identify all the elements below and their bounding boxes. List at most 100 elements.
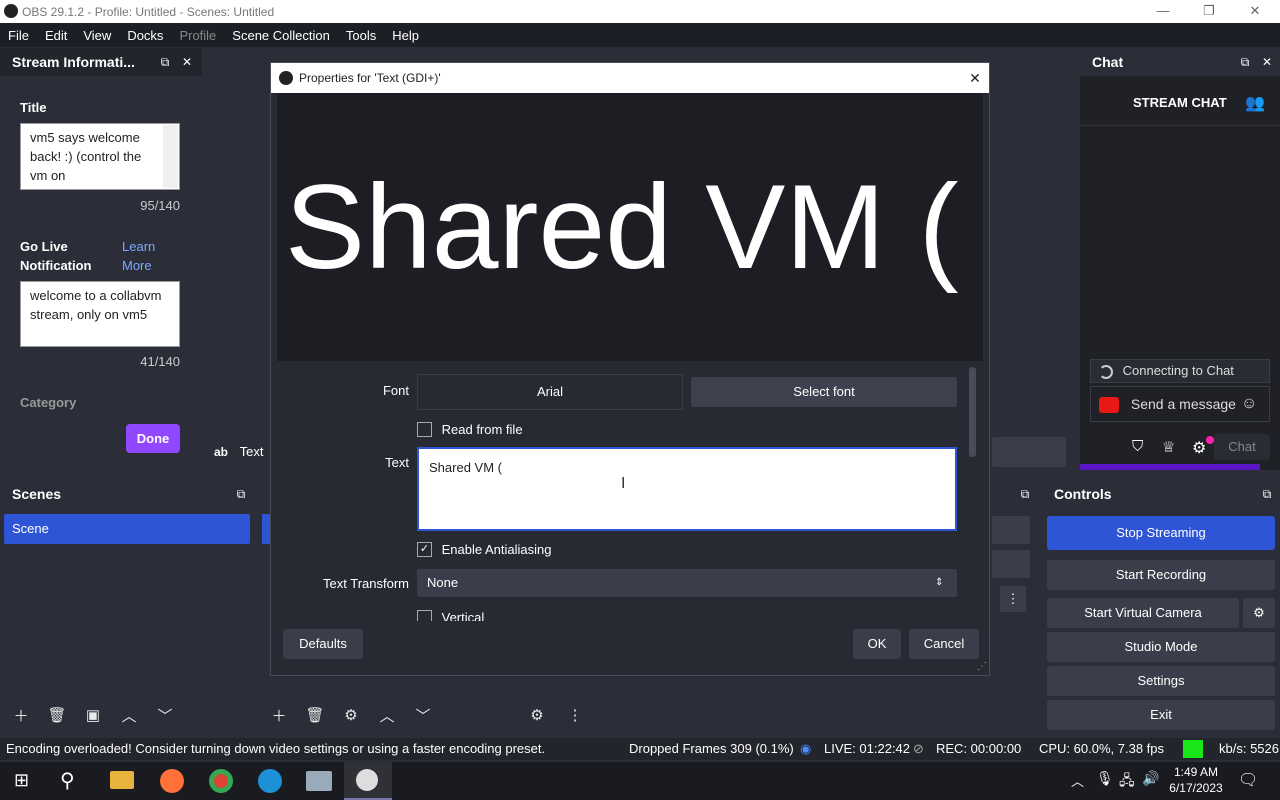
font-label: Font: [382, 383, 409, 398]
obs-taskbar-icon: [356, 769, 378, 791]
scene-item[interactable]: Scene: [4, 514, 250, 544]
title-scrollbar[interactable]: [163, 125, 178, 188]
source-item[interactable]: [262, 514, 270, 544]
move-up-icon[interactable]: ︿: [116, 702, 142, 728]
gear-icon[interactable]: ⚙: [1192, 438, 1206, 458]
defaults-button[interactable]: Defaults: [283, 629, 363, 659]
start-recording-button[interactable]: Start Recording: [1047, 560, 1275, 590]
network-icon[interactable]: 🖧: [1119, 770, 1135, 794]
menu-scene-collection[interactable]: Scene Collection: [224, 28, 338, 43]
select-font-button[interactable]: Select font: [691, 377, 957, 407]
firefox-icon[interactable]: [160, 769, 184, 793]
trophy-icon[interactable]: ♕: [1162, 438, 1175, 456]
search-icon[interactable]: ⚲: [60, 768, 75, 793]
text-transform-value: None: [427, 575, 459, 590]
menu-edit[interactable]: Edit: [37, 28, 75, 43]
menu-tools[interactable]: Tools: [338, 28, 384, 43]
minimize-button[interactable]: —: [1140, 0, 1186, 23]
file-explorer-icon[interactable]: [110, 771, 134, 789]
app-window-icon[interactable]: [306, 771, 332, 791]
scenes-dock: Scenes ⧉ Scene ＋ 🗑 ▣ ︿ ﹀: [0, 480, 256, 734]
source-down-icon[interactable]: ﹀: [410, 702, 436, 728]
exit-button[interactable]: Exit: [1047, 700, 1275, 730]
dialog-close-button[interactable]: ✕: [965, 63, 985, 93]
settings-button[interactable]: Settings: [1047, 666, 1275, 696]
undock-scenes-icon[interactable]: ⧉: [232, 480, 250, 508]
ok-button[interactable]: OK: [853, 629, 901, 659]
emote-icon[interactable]: ☺: [1241, 387, 1257, 421]
obs-taskbar-button[interactable]: [344, 762, 392, 800]
menu-file[interactable]: File: [0, 28, 37, 43]
remove-source-icon[interactable]: 🗑: [302, 702, 328, 728]
menu-view[interactable]: View: [75, 28, 119, 43]
menu-docks[interactable]: Docks: [119, 28, 171, 43]
spinner-icon: [1099, 364, 1113, 379]
chrome-icon[interactable]: [209, 769, 233, 793]
title-input[interactable]: vm5 says welcome back! :) (control the v…: [20, 123, 180, 190]
send-message-placeholder: Send a message: [1130, 396, 1236, 412]
start-virtual-camera-button[interactable]: Start Virtual Camera: [1047, 598, 1239, 628]
volume-icon[interactable]: 🔊: [1142, 770, 1159, 787]
vertical-row[interactable]: Vertical: [417, 609, 484, 621]
updown-icon: ⇕: [935, 577, 944, 588]
encoding-warning: Encoding overloaded! Consider turning do…: [6, 741, 546, 756]
text-transform-select[interactable]: None ⇕: [417, 569, 957, 597]
windows-start-icon[interactable]: ⊞: [14, 770, 29, 791]
mixer-menu-icon[interactable]: ⋮: [562, 702, 588, 728]
add-source-icon[interactable]: ＋: [266, 702, 292, 728]
antialiasing-row[interactable]: ✓ Enable Antialiasing: [417, 541, 551, 558]
menu-help[interactable]: Help: [384, 28, 427, 43]
close-dock-icon[interactable]: ✕: [178, 48, 196, 76]
learn-more-link[interactable]: Learn More: [122, 237, 172, 275]
read-from-file-row[interactable]: Read from file: [417, 421, 523, 438]
category-label: Category: [20, 395, 77, 410]
transition-menu-icon[interactable]: ⋮: [1000, 586, 1026, 612]
edge-icon[interactable]: [258, 769, 282, 793]
resize-grip-icon[interactable]: ⋰: [977, 661, 987, 672]
form-scrollbar[interactable]: [969, 367, 976, 457]
menu-profile[interactable]: Profile: [171, 28, 224, 43]
antialiasing-checkbox[interactable]: ✓: [417, 542, 432, 558]
maximize-button[interactable]: ❐: [1186, 0, 1232, 23]
clock-date[interactable]: 6/17/2023: [1160, 780, 1232, 796]
undock-chat-icon[interactable]: ⧉: [1236, 48, 1254, 76]
microphone-icon[interactable]: 🎙: [1096, 770, 1114, 787]
transition-select[interactable]: [992, 516, 1030, 544]
send-message-input[interactable]: Send a message ☺: [1090, 386, 1270, 422]
clock-time[interactable]: 1:49 AM: [1160, 764, 1232, 780]
virtual-camera-settings-icon[interactable]: ⚙: [1243, 598, 1275, 628]
done-button[interactable]: Done: [126, 424, 180, 453]
cancel-button[interactable]: Cancel: [909, 629, 979, 659]
controls-title: Controls: [1054, 486, 1112, 502]
shield-icon[interactable]: ⛉: [1132, 438, 1143, 455]
notification-input[interactable]: welcome to a collabvm stream, only on vm…: [20, 281, 180, 347]
filters-icon[interactable]: ▣: [80, 702, 106, 728]
notifications-icon[interactable]: 🗨: [1238, 770, 1258, 790]
stop-streaming-button[interactable]: Stop Streaming: [1047, 516, 1275, 550]
duration-spinbox[interactable]: [992, 550, 1030, 578]
source-up-icon[interactable]: ︿: [374, 702, 400, 728]
text-transform-label: Text Transform: [323, 576, 409, 591]
undock-controls-icon[interactable]: ⧉: [1258, 480, 1276, 508]
text-input[interactable]: Shared VM ( I: [417, 447, 957, 531]
read-from-file-checkbox[interactable]: [417, 422, 432, 438]
chat-header: Chat ⧉ ✕: [1080, 48, 1280, 76]
chat-button[interactable]: Chat: [1214, 434, 1270, 460]
studio-mode-button[interactable]: Studio Mode: [1047, 632, 1275, 662]
users-icon[interactable]: 👥: [1245, 93, 1265, 113]
dropped-frames: Dropped Frames 309 (0.1%): [629, 741, 794, 756]
remove-scene-icon[interactable]: 🗑: [44, 702, 70, 728]
source-properties-icon[interactable]: ⚙: [338, 702, 364, 728]
undock-icon[interactable]: ⧉: [156, 48, 174, 76]
undock-transitions-icon[interactable]: ⧉: [1016, 480, 1034, 508]
vertical-checkbox[interactable]: [417, 610, 432, 621]
tray-chevron-icon[interactable]: ︿: [1071, 771, 1084, 790]
source-toolbar-field[interactable]: [992, 437, 1066, 467]
close-window-button[interactable]: ✕: [1232, 0, 1278, 23]
stream-health-indicator: [1183, 740, 1203, 758]
close-chat-icon[interactable]: ✕: [1258, 48, 1276, 76]
add-scene-icon[interactable]: ＋: [8, 702, 34, 728]
advanced-audio-icon[interactable]: ⚙: [524, 702, 550, 728]
stream-chat-label: STREAM CHAT: [1133, 95, 1227, 110]
move-down-icon[interactable]: ﹀: [152, 702, 178, 728]
